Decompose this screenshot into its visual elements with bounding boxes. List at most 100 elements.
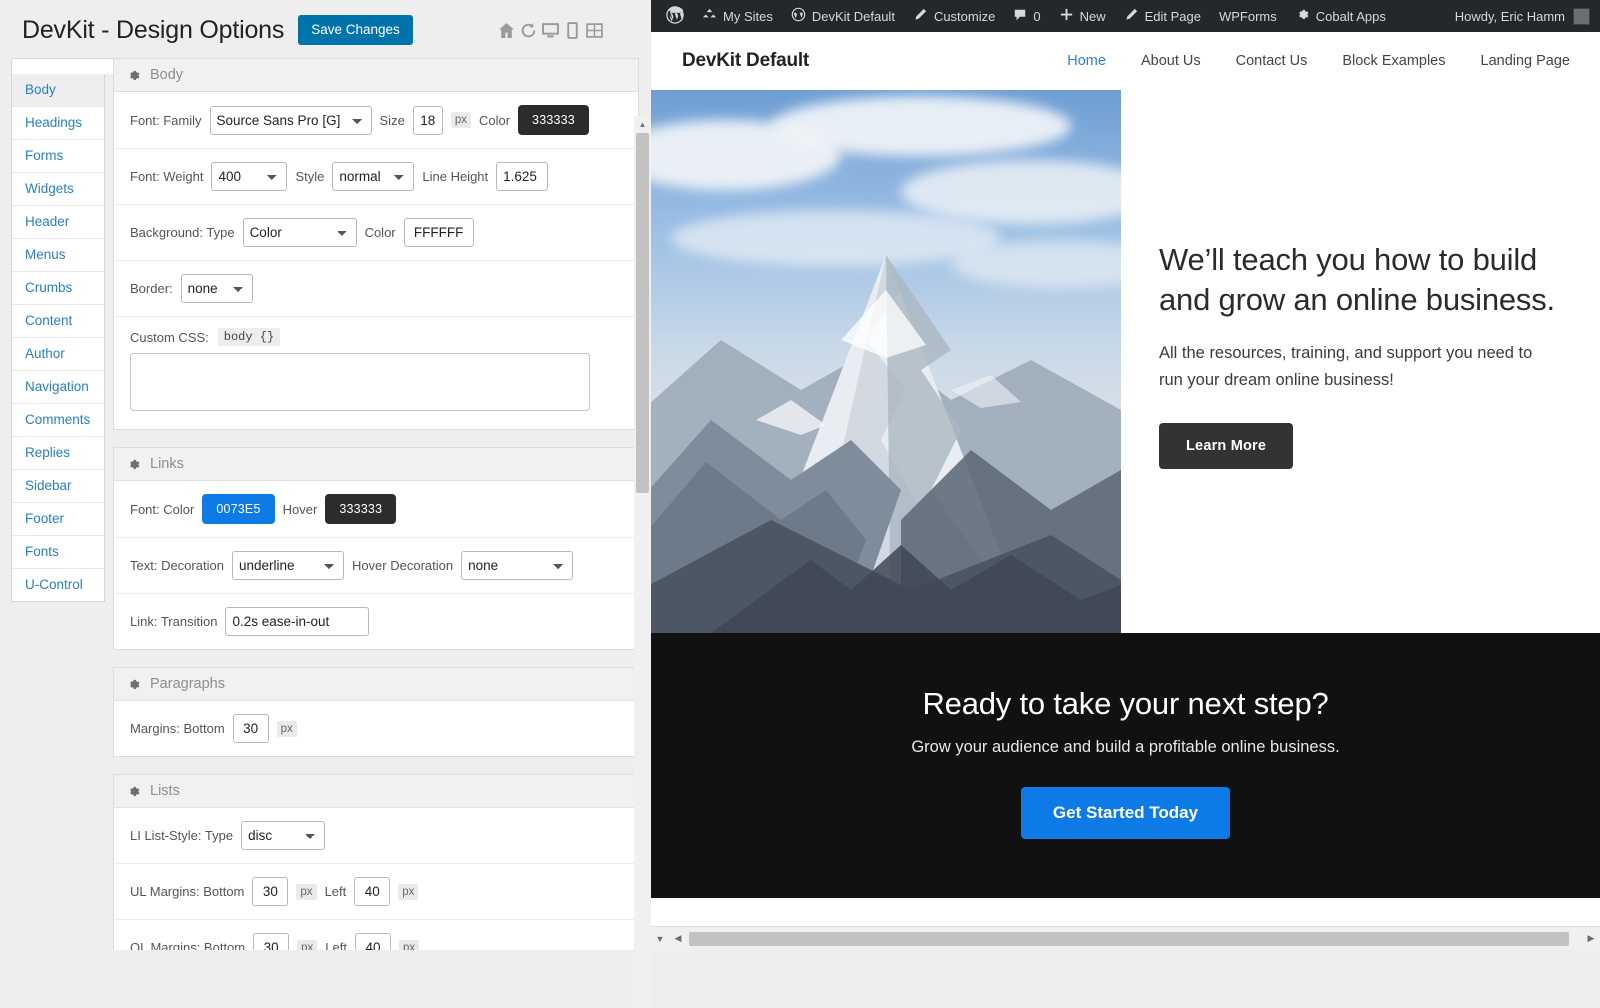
font-size-unit: px <box>450 112 471 128</box>
custom-css-textarea[interactable] <box>130 353 590 411</box>
paragraph-margin-label: Margins: Bottom <box>130 721 225 736</box>
nav-item-home[interactable]: Home <box>1067 53 1106 69</box>
nav-item-landing-page[interactable]: Landing Page <box>1481 53 1571 69</box>
wp-menu-new[interactable]: New <box>1050 0 1115 32</box>
link-transition-input[interactable] <box>225 607 370 636</box>
card-paragraphs: Paragraphs Margins: Bottom px <box>113 667 639 757</box>
text-decoration-select[interactable]: underline <box>231 551 344 580</box>
reset-icon[interactable] <box>520 22 537 39</box>
hero-paragraph: All the resources, training, and support… <box>1159 343 1533 389</box>
scroll-up-arrow-icon[interactable]: ▲ <box>634 116 651 133</box>
font-family-label: Font: Family <box>130 112 202 128</box>
ul-left-unit: px <box>398 883 419 900</box>
ol-margin-left-input[interactable] <box>354 933 391 950</box>
sidebar-item-body[interactable]: Body <box>12 74 104 107</box>
wp-menu-label: DevKit Default <box>811 8 895 24</box>
sidebar-item-replies[interactable]: Replies <box>12 437 104 470</box>
line-height-label: Line Height <box>422 169 489 184</box>
nav-item-block-examples[interactable]: Block Examples <box>1342 53 1445 69</box>
wp-menu-customize[interactable]: Customize <box>904 0 1004 32</box>
sidebar-item-author[interactable]: Author <box>12 338 104 371</box>
row-link-colors: Font: Color 0073E5 Hover 333333 <box>114 481 638 538</box>
ul-margin-bottom-input[interactable] <box>252 877 289 906</box>
gear-icon <box>126 677 141 692</box>
background-type-select[interactable]: Color <box>242 218 357 247</box>
font-weight-select[interactable]: 400 <box>211 162 288 191</box>
font-family-select[interactable]: Source Sans Pro [G] <box>209 105 372 135</box>
wp-menu-cobalt-apps[interactable]: Cobalt Apps <box>1286 0 1395 32</box>
learn-more-button[interactable]: Learn More <box>1159 423 1294 470</box>
devkit-settings-scroll[interactable]: Body Font: Family Source Sans Pro [G] Si… <box>105 58 651 950</box>
row-link-transition: Link: Transition <box>114 594 638 649</box>
row-border: Border: none <box>114 261 638 317</box>
link-color-swatch[interactable]: 0073E5 <box>202 494 275 524</box>
font-size-input[interactable] <box>412 105 443 135</box>
scroll-left-arrow-icon[interactable]: ◀ <box>669 933 687 944</box>
gear-icon <box>126 457 141 472</box>
border-select[interactable]: none <box>180 274 253 303</box>
card-links-title: Links <box>150 456 184 472</box>
sidebar-item-u-control[interactable]: U-Control <box>12 569 104 601</box>
link-transition-label: Link: Transition <box>130 614 218 629</box>
card-links-header: Links <box>114 448 638 481</box>
home-icon[interactable] <box>498 22 515 39</box>
row-font-weight: Font: Weight 400 Style normal Line Heigh… <box>114 149 638 205</box>
wp-menu-label: WPForms <box>1218 8 1277 24</box>
font-color-swatch[interactable]: 333333 <box>518 105 589 135</box>
save-changes-button[interactable]: Save Changes <box>298 15 413 45</box>
row-paragraph-margin: Margins: Bottom px <box>114 701 638 756</box>
nav-item-about-us[interactable]: About Us <box>1141 53 1201 69</box>
wp-menu-comments[interactable]: 0 <box>1004 0 1049 32</box>
devkit-topbar: DevKit - Design Options Save Changes <box>0 0 651 58</box>
sidebar-item-footer[interactable]: Footer <box>12 503 104 536</box>
comment-icon <box>1013 8 1027 25</box>
sidebar-item-forms[interactable]: Forms <box>12 140 104 173</box>
card-lists: Lists LI List-Style: Type disc UL Margin… <box>113 774 639 950</box>
paragraph-margin-input[interactable] <box>232 714 269 743</box>
hscrollbar-track[interactable] <box>687 931 1582 947</box>
hscrollbar-thumb[interactable] <box>689 931 1569 946</box>
sidebar-item-widgets[interactable]: Widgets <box>12 173 104 206</box>
mobile-icon[interactable] <box>564 21 581 39</box>
wordpress-logo-button[interactable] <box>657 0 693 32</box>
card-body-title: Body <box>150 67 184 83</box>
sidebar-item-content[interactable]: Content <box>12 305 104 338</box>
wp-menu-edit-page[interactable]: Edit Page <box>1115 0 1210 32</box>
wp-menu-my-sites[interactable]: My Sites <box>693 0 782 32</box>
get-started-button[interactable]: Get Started Today <box>1020 787 1231 839</box>
mountain-shapes <box>651 255 1121 633</box>
sidebar-item-fonts[interactable]: Fonts <box>12 536 104 569</box>
link-hover-swatch[interactable]: 333333 <box>325 494 397 524</box>
desktop-icon[interactable] <box>542 22 559 39</box>
sidebar-item-crumbs[interactable]: Crumbs <box>12 272 104 305</box>
preview-horizontal-scrollbar[interactable]: ▼ ◀ ▶ <box>651 926 1600 950</box>
ul-margin-left-input[interactable] <box>354 877 391 906</box>
scroll-collapse-arrow-icon[interactable]: ▼ <box>651 934 669 944</box>
ol-margin-bottom-input[interactable] <box>253 933 290 950</box>
scroll-right-arrow-icon[interactable]: ▶ <box>1582 933 1600 944</box>
wp-menu-wpforms[interactable]: WPForms <box>1210 0 1286 32</box>
sidebar-item-navigation[interactable]: Navigation <box>12 371 104 404</box>
devkit-vertical-scrollbar[interactable]: ▲ <box>634 116 651 1008</box>
fullscreen-icon[interactable] <box>586 22 603 39</box>
hover-decoration-select[interactable]: none <box>461 551 574 580</box>
nav-item-contact-us[interactable]: Contact Us <box>1236 53 1308 69</box>
site-logo[interactable]: DevKit Default <box>682 50 809 72</box>
scrollbar-thumb[interactable] <box>636 133 649 493</box>
sidebar-item-sidebar[interactable]: Sidebar <box>12 470 104 503</box>
row-background: Background: Type Color Color <box>114 205 638 261</box>
background-color-input[interactable] <box>403 218 474 247</box>
wp-account-area[interactable]: Howdy, Eric Hamm <box>1455 7 1600 25</box>
li-type-select[interactable]: disc <box>241 821 326 850</box>
font-style-select[interactable]: normal <box>332 162 415 191</box>
site-nav: Home About Us Contact Us Block Examples … <box>1067 53 1570 69</box>
sidebar-item-comments[interactable]: Comments <box>12 404 104 437</box>
wp-menu-site-name[interactable]: DevKit Default <box>782 0 904 32</box>
sidebar-item-menus[interactable]: Menus <box>12 239 104 272</box>
line-height-input[interactable] <box>496 162 549 191</box>
gear-icon <box>1295 7 1310 25</box>
background-color-label: Color <box>364 225 396 240</box>
sidebar-item-headings[interactable]: Headings <box>12 107 104 140</box>
sidebar-item-header[interactable]: Header <box>12 206 104 239</box>
wp-menu-label: New <box>1079 8 1106 24</box>
